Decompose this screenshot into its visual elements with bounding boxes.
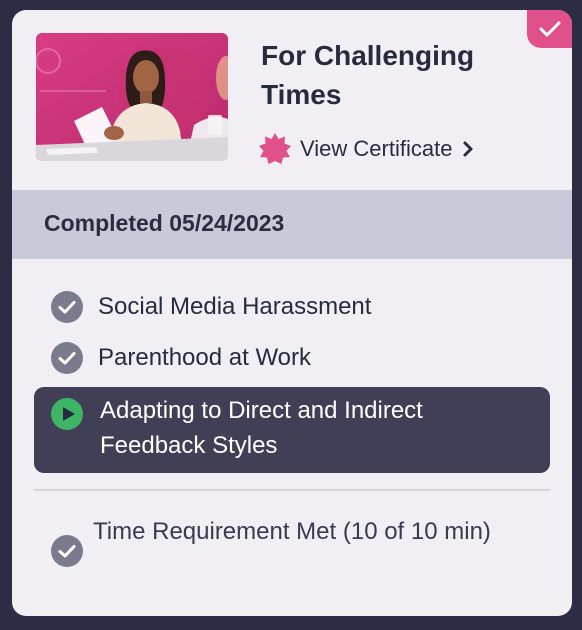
time-requirement-label: Time Requirement Met (10 of 10 min) — [93, 518, 491, 545]
check-circle-icon — [51, 291, 83, 323]
certificate-badge-icon — [259, 133, 291, 164]
completion-status-bar: Completed 05/24/2023 — [12, 190, 572, 259]
module-label: Parenthood at Work — [98, 344, 312, 371]
module-label: Adapting to Direct and Indirect Feedback… — [100, 397, 423, 459]
module-item-adapting-feedback-styles[interactable]: Adapting to Direct and Indirect Feedback… — [34, 387, 550, 473]
course-header: For Challenging Times View Certificate — [12, 10, 572, 190]
view-certificate-link[interactable]: View Certificate — [258, 132, 474, 166]
course-thumbnail — [36, 33, 228, 161]
course-card: For Challenging Times View Certificate C… — [12, 10, 572, 616]
course-title: For Challenging Times — [261, 40, 475, 110]
divider — [34, 489, 550, 491]
check-circle-icon — [51, 535, 83, 567]
check-circle-icon — [51, 342, 83, 374]
module-item-parenthood-at-work[interactable]: Parenthood at Work — [50, 341, 311, 375]
completed-date: Completed 05/24/2023 — [44, 210, 285, 236]
module-item-social-media-harassment[interactable]: Social Media Harassment — [50, 290, 371, 324]
chevron-right-icon — [463, 141, 473, 157]
play-circle-icon — [51, 398, 83, 430]
view-certificate-label: View Certificate — [300, 136, 453, 161]
module-label: Social Media Harassment — [98, 293, 372, 320]
